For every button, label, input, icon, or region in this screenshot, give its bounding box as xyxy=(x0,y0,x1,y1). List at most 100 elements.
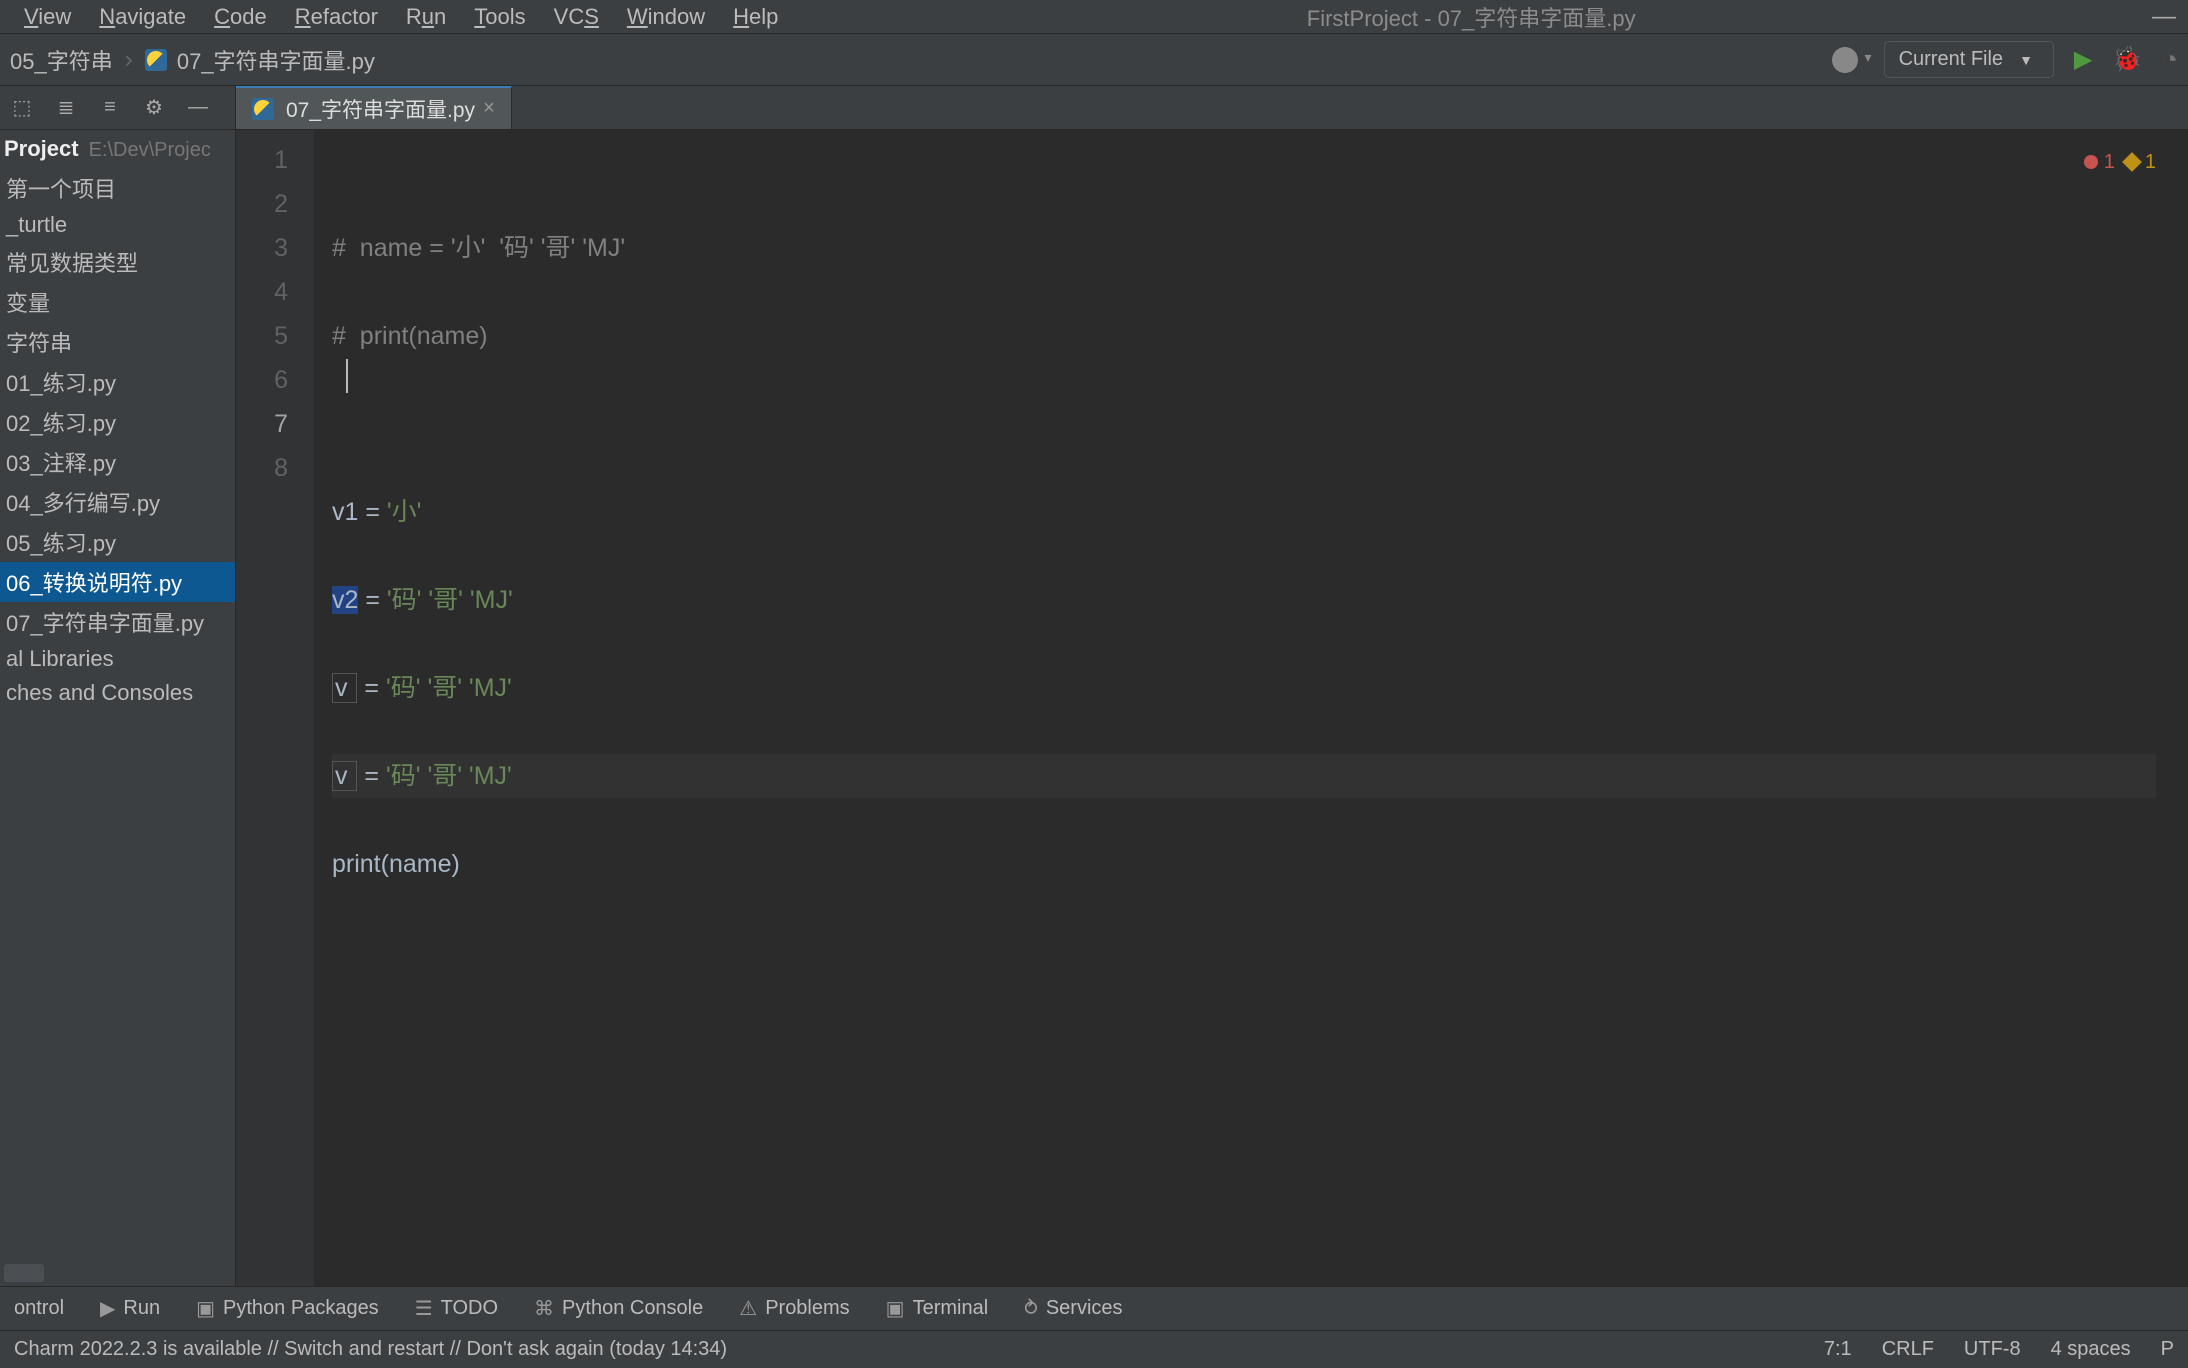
tree-item[interactable]: 05_练习.py xyxy=(0,522,235,562)
project-tree: 第一个项目 _turtle 常见数据类型 变量 字符串 01_练习.py 02_… xyxy=(0,168,235,710)
run-icon[interactable]: ▶ xyxy=(2074,45,2092,74)
menu-view[interactable]: VViewiew xyxy=(12,4,83,30)
menu-help[interactable]: Help xyxy=(721,4,790,30)
breadcrumb-file[interactable]: 07_字符串字面量.py xyxy=(145,44,375,76)
collapse-all-icon[interactable]: ≡ xyxy=(98,96,122,120)
breadcrumbs: 05_字符串 › 07_字符串字面量.py xyxy=(10,44,375,76)
version-control-tab[interactable]: ontrol xyxy=(14,1297,64,1320)
line-number[interactable]: 5 xyxy=(236,314,288,358)
project-sidebar: ⬚ ≣ ≡ ⚙ — Project E:\Dev\Projec 第一个项目 _t… xyxy=(0,86,236,1286)
settings-icon[interactable]: ⚙ xyxy=(142,96,166,120)
menu-window[interactable]: Window xyxy=(615,4,717,30)
services-icon: ⥁ xyxy=(1024,1296,1038,1321)
line-number[interactable]: 8 xyxy=(236,446,288,490)
main-area: ⬚ ≣ ≡ ⚙ — Project E:\Dev\Projec 第一个项目 _t… xyxy=(0,86,2188,1286)
close-tab-icon[interactable]: × xyxy=(483,97,495,120)
fold-strip[interactable] xyxy=(302,130,314,1286)
status-bar: Charm 2022.2.3 is available // Switch an… xyxy=(0,1330,2188,1368)
debug-icon[interactable]: 🐞 xyxy=(2112,45,2142,74)
project-root[interactable]: Project E:\Dev\Projec xyxy=(0,130,235,168)
run-config-dropdown[interactable]: Current File ▼ xyxy=(1884,41,2054,78)
menu-code[interactable]: Code xyxy=(202,4,279,30)
menu-tools[interactable]: Tools xyxy=(462,4,537,30)
line-number[interactable]: 4 xyxy=(236,270,288,314)
tree-item[interactable]: 字符串 xyxy=(0,322,235,362)
terminal-icon: ▣ xyxy=(886,1296,905,1321)
code-text: # name = '小' '码' '哥' 'MJ' xyxy=(332,234,625,262)
menu-refactor[interactable]: Refactor xyxy=(283,4,390,30)
tree-item[interactable]: ches and Consoles xyxy=(0,676,235,710)
tree-item[interactable]: 01_练习.py xyxy=(0,362,235,402)
python-console-tab[interactable]: ⌘Python Console xyxy=(534,1296,703,1321)
python-file-icon xyxy=(252,98,274,120)
breadcrumb-folder[interactable]: 05_字符串 xyxy=(10,44,113,76)
error-icon xyxy=(2084,155,2098,169)
caret-position[interactable]: 7:1 xyxy=(1824,1338,1852,1361)
inspection-summary[interactable]: 1 1 xyxy=(2084,140,2156,184)
code-text: '小' xyxy=(387,498,422,526)
code-text: '码' '哥' 'MJ' xyxy=(386,674,512,702)
tree-item[interactable]: 常见数据类型 xyxy=(0,242,235,282)
tree-item[interactable]: 04_多行编写.py xyxy=(0,482,235,522)
minimize-tool-icon[interactable]: — xyxy=(186,96,210,120)
line-number[interactable]: 2 xyxy=(236,182,288,226)
add-user-icon[interactable] xyxy=(1832,47,1858,73)
line-number[interactable]: 1 xyxy=(236,138,288,182)
minimize-button[interactable]: — xyxy=(2152,3,2176,31)
run-tab[interactable]: ▶Run xyxy=(100,1296,160,1321)
menu-navigate[interactable]: Navigate xyxy=(87,4,198,30)
packages-tab[interactable]: ▣Python Packages xyxy=(196,1296,379,1321)
services-tab[interactable]: ⥁Services xyxy=(1024,1296,1122,1321)
tree-item[interactable]: 变量 xyxy=(0,282,235,322)
code-area[interactable]: 1 1 # name = '小' '码' '哥' 'MJ' # print(na… xyxy=(314,130,2174,1286)
editor-column: 07_字符串字面量.py × 1 2 3 4 5 6 7 8 1 1 # nam… xyxy=(236,86,2188,1286)
tree-item[interactable]: 03_注释.py xyxy=(0,442,235,482)
line-number[interactable]: 3 xyxy=(236,226,288,270)
sidebar-handle[interactable] xyxy=(4,1264,44,1282)
tree-item[interactable]: 07_字符串字面量.py xyxy=(0,602,235,642)
coverage-icon[interactable]: ◔ xyxy=(2162,44,2178,75)
line-gutter: 1 2 3 4 5 6 7 8 xyxy=(236,130,302,1286)
line-number[interactable]: 7 xyxy=(236,402,288,446)
status-message[interactable]: Charm 2022.2.3 is available // Switch an… xyxy=(14,1338,727,1361)
line-separator[interactable]: CRLF xyxy=(1882,1338,1934,1361)
file-encoding[interactable]: UTF-8 xyxy=(1964,1338,2021,1361)
list-icon: ☰ xyxy=(415,1296,433,1321)
python-icon: ⌘ xyxy=(534,1296,554,1321)
expand-all-icon[interactable]: ≣ xyxy=(54,96,78,120)
tree-item[interactable]: al Libraries xyxy=(0,642,235,676)
tree-item[interactable]: _turtle xyxy=(0,208,235,242)
code-text: v xyxy=(332,673,357,703)
code-text: = xyxy=(358,586,387,614)
problems-tab[interactable]: ⚠Problems xyxy=(739,1296,849,1321)
warning-count[interactable]: 1 xyxy=(2125,140,2156,184)
tab-label: 07_字符串字面量.py xyxy=(286,94,475,124)
tool-window-bar: ontrol ▶Run ▣Python Packages ☰TODO ⌘Pyth… xyxy=(0,1286,2188,1330)
code-text: = xyxy=(357,674,386,702)
code-text: = xyxy=(357,762,386,790)
vertical-scrollbar[interactable] xyxy=(2174,130,2188,1286)
todo-tab[interactable]: ☰TODO xyxy=(415,1296,498,1321)
editor-tab[interactable]: 07_字符串字面量.py × xyxy=(236,86,512,129)
select-opened-icon[interactable]: ⬚ xyxy=(10,96,34,120)
editor-tabs: 07_字符串字面量.py × xyxy=(236,86,2188,130)
code-text: ) xyxy=(452,850,460,878)
terminal-tab[interactable]: ▣Terminal xyxy=(886,1296,988,1321)
line-number[interactable]: 6 xyxy=(236,358,288,402)
code-editor[interactable]: 1 2 3 4 5 6 7 8 1 1 # name = '小' '码' '哥'… xyxy=(236,130,2188,1286)
run-config-label: Current File xyxy=(1899,48,2003,71)
sidebar-toolbar: ⬚ ≣ ≡ ⚙ — xyxy=(0,86,235,130)
error-count[interactable]: 1 xyxy=(2084,140,2115,184)
tree-item[interactable]: 第一个项目 xyxy=(0,168,235,208)
main-menu: VViewiew Navigate Code Refactor Run Tool… xyxy=(12,4,790,30)
menu-vcs[interactable]: VCS xyxy=(542,4,611,30)
tree-item-selected[interactable]: 06_转换说明符.py xyxy=(0,562,235,602)
indent-setting[interactable]: 4 spaces xyxy=(2051,1338,2131,1361)
status-right: 7:1 CRLF UTF-8 4 spaces P xyxy=(1824,1338,2174,1361)
title-bar: VViewiew Navigate Code Refactor Run Tool… xyxy=(0,0,2188,34)
tree-item[interactable]: 02_练习.py xyxy=(0,402,235,442)
window-title: FirstProject - 07_字符串字面量.py xyxy=(790,1,2152,33)
menu-run[interactable]: Run xyxy=(394,4,458,30)
interpreter[interactable]: P xyxy=(2161,1338,2174,1361)
window-controls: — xyxy=(2152,3,2176,31)
